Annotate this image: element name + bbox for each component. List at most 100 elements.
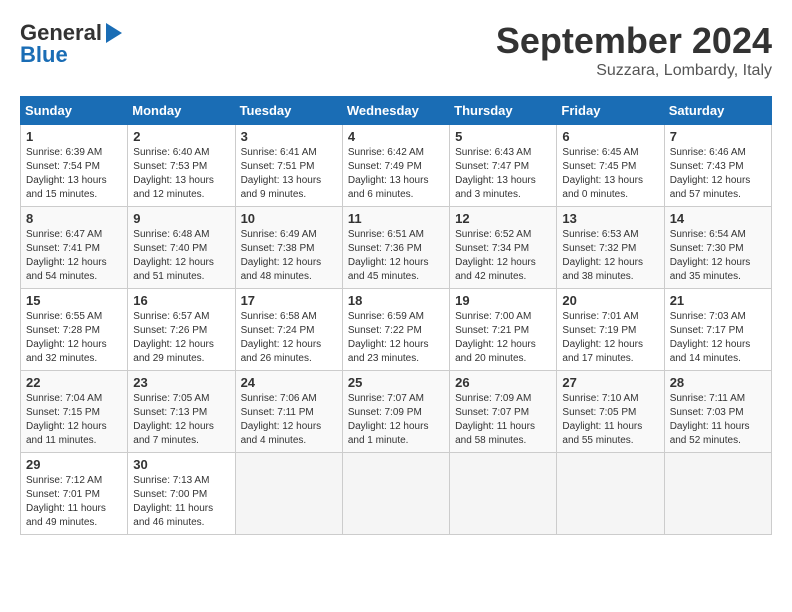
day-number: 4	[348, 129, 444, 144]
calendar-cell: 7Sunrise: 6:46 AMSunset: 7:43 PMDaylight…	[664, 125, 771, 207]
calendar-cell: 17 Sunrise: 6:58 AMSunset: 7:24 PMDayligh…	[235, 289, 342, 371]
calendar-cell: 28Sunrise: 7:11 AMSunset: 7:03 PMDayligh…	[664, 371, 771, 453]
calendar-cell: 14 Sunrise: 6:54 AMSunset: 7:30 PMDayligh…	[664, 207, 771, 289]
cell-info: Sunrise: 6:49 AMSunset: 7:38 PMDaylight:…	[241, 229, 322, 282]
calendar-cell: 27 Sunrise: 7:10 AMSunset: 7:05 PMDayligh…	[557, 371, 664, 453]
calendar-cell: 12Sunrise: 6:52 AMSunset: 7:34 PMDayligh…	[450, 207, 557, 289]
cell-info: Sunrise: 6:40 AMSunset: 7:53 PMDaylight:…	[133, 147, 214, 200]
calendar-cell: 11Sunrise: 6:51 AMSunset: 7:36 PMDayligh…	[342, 207, 449, 289]
title-block: September 2024 Suzzara, Lombardy, Italy	[496, 20, 772, 80]
day-number: 23	[133, 375, 229, 390]
location: Suzzara, Lombardy, Italy	[496, 62, 772, 80]
cell-info: Sunrise: 7:03 AMSunset: 7:17 PMDaylight:…	[670, 311, 751, 364]
day-number: 5	[455, 129, 551, 144]
day-number: 18	[348, 293, 444, 308]
cell-info: Sunrise: 6:55 AMSunset: 7:28 PMDaylight:…	[26, 311, 107, 364]
calendar-cell: 25 Sunrise: 7:07 AMSunset: 7:09 PMDayligh…	[342, 371, 449, 453]
calendar-cell: 10 Sunrise: 6:49 AMSunset: 7:38 PMDayligh…	[235, 207, 342, 289]
cell-info: Sunrise: 7:13 AMSunset: 7:00 PMDaylight:…	[133, 475, 213, 528]
calendar-cell	[450, 453, 557, 535]
cell-info: Sunrise: 7:04 AMSunset: 7:15 PMDaylight:…	[26, 393, 107, 446]
calendar-week-row: 8 Sunrise: 6:47 AMSunset: 7:41 PMDaylight…	[21, 207, 772, 289]
cell-info: Sunrise: 6:58 AMSunset: 7:24 PMDaylight:…	[241, 311, 322, 364]
calendar-cell	[557, 453, 664, 535]
calendar-cell: 24 Sunrise: 7:06 AMSunset: 7:11 PMDayligh…	[235, 371, 342, 453]
cell-info: Sunrise: 6:43 AMSunset: 7:47 PMDaylight:…	[455, 147, 536, 200]
day-number: 14	[670, 211, 766, 226]
day-number: 10	[241, 211, 337, 226]
day-number: 26	[455, 375, 551, 390]
month-title: September 2024	[496, 20, 772, 62]
cell-info: Sunrise: 6:39 AMSunset: 7:54 PMDaylight:…	[26, 147, 107, 200]
calendar-cell: 4Sunrise: 6:42 AMSunset: 7:49 PMDaylight…	[342, 125, 449, 207]
page-header: General Blue September 2024 Suzzara, Lom…	[20, 20, 772, 80]
calendar-cell: 18 Sunrise: 6:59 AMSunset: 7:22 PMDayligh…	[342, 289, 449, 371]
calendar-cell: 26 Sunrise: 7:09 AMSunset: 7:07 PMDayligh…	[450, 371, 557, 453]
calendar-cell: 1 Sunrise: 6:39 AMSunset: 7:54 PMDaylight…	[21, 125, 128, 207]
day-number: 20	[562, 293, 658, 308]
cell-info: Sunrise: 7:06 AMSunset: 7:11 PMDaylight:…	[241, 393, 322, 446]
day-number: 28	[670, 375, 766, 390]
calendar-cell: 2 Sunrise: 6:40 AMSunset: 7:53 PMDaylight…	[128, 125, 235, 207]
header-tuesday: Tuesday	[235, 97, 342, 125]
cell-info: Sunrise: 7:00 AMSunset: 7:21 PMDaylight:…	[455, 311, 536, 364]
cell-info: Sunrise: 6:41 AMSunset: 7:51 PMDaylight:…	[241, 147, 322, 200]
day-number: 27	[562, 375, 658, 390]
header-saturday: Saturday	[664, 97, 771, 125]
calendar-cell: 20 Sunrise: 7:01 AMSunset: 7:19 PMDayligh…	[557, 289, 664, 371]
calendar-cell: 13 Sunrise: 6:53 AMSunset: 7:32 PMDayligh…	[557, 207, 664, 289]
day-number: 24	[241, 375, 337, 390]
logo-blue: Blue	[20, 42, 68, 68]
calendar-cell: 9Sunrise: 6:48 AMSunset: 7:40 PMDaylight…	[128, 207, 235, 289]
calendar-table: Sunday Monday Tuesday Wednesday Thursday…	[20, 96, 772, 535]
cell-info: Sunrise: 7:12 AMSunset: 7:01 PMDaylight:…	[26, 475, 106, 528]
cell-info: Sunrise: 6:59 AMSunset: 7:22 PMDaylight:…	[348, 311, 429, 364]
cell-info: Sunrise: 6:52 AMSunset: 7:34 PMDaylight:…	[455, 229, 536, 282]
cell-info: Sunrise: 7:07 AMSunset: 7:09 PMDaylight:…	[348, 393, 429, 446]
day-number: 13	[562, 211, 658, 226]
day-number: 17	[241, 293, 337, 308]
calendar-cell: 3 Sunrise: 6:41 AMSunset: 7:51 PMDaylight…	[235, 125, 342, 207]
header-wednesday: Wednesday	[342, 97, 449, 125]
calendar-cell: 16 Sunrise: 6:57 AMSunset: 7:26 PMDayligh…	[128, 289, 235, 371]
calendar-cell: 30 Sunrise: 7:13 AMSunset: 7:00 PMDayligh…	[128, 453, 235, 535]
calendar-cell	[342, 453, 449, 535]
cell-info: Sunrise: 6:46 AMSunset: 7:43 PMDaylight:…	[670, 147, 751, 200]
day-number: 30	[133, 457, 229, 472]
logo: General Blue	[20, 20, 122, 68]
day-number: 29	[26, 457, 122, 472]
cell-info: Sunrise: 6:53 AMSunset: 7:32 PMDaylight:…	[562, 229, 643, 282]
day-number: 22	[26, 375, 122, 390]
calendar-week-row: 15Sunrise: 6:55 AMSunset: 7:28 PMDayligh…	[21, 289, 772, 371]
day-number: 25	[348, 375, 444, 390]
calendar-week-row: 22 Sunrise: 7:04 AMSunset: 7:15 PMDayligh…	[21, 371, 772, 453]
header-friday: Friday	[557, 97, 664, 125]
cell-info: Sunrise: 6:47 AMSunset: 7:41 PMDaylight:…	[26, 229, 107, 282]
calendar-week-row: 29 Sunrise: 7:12 AMSunset: 7:01 PMDayligh…	[21, 453, 772, 535]
calendar-cell: 6Sunrise: 6:45 AMSunset: 7:45 PMDaylight…	[557, 125, 664, 207]
day-number: 21	[670, 293, 766, 308]
calendar-week-row: 1 Sunrise: 6:39 AMSunset: 7:54 PMDaylight…	[21, 125, 772, 207]
day-number: 16	[133, 293, 229, 308]
cell-info: Sunrise: 7:10 AMSunset: 7:05 PMDaylight:…	[562, 393, 642, 446]
header-sunday: Sunday	[21, 97, 128, 125]
day-number: 1	[26, 129, 122, 144]
calendar-cell: 29 Sunrise: 7:12 AMSunset: 7:01 PMDayligh…	[21, 453, 128, 535]
calendar-cell: 15Sunrise: 6:55 AMSunset: 7:28 PMDayligh…	[21, 289, 128, 371]
day-number: 2	[133, 129, 229, 144]
cell-info: Sunrise: 7:09 AMSunset: 7:07 PMDaylight:…	[455, 393, 535, 446]
logo-arrow-icon	[106, 23, 122, 43]
calendar-cell: 21 Sunrise: 7:03 AMSunset: 7:17 PMDayligh…	[664, 289, 771, 371]
calendar-cell: 22 Sunrise: 7:04 AMSunset: 7:15 PMDayligh…	[21, 371, 128, 453]
calendar-cell: 5 Sunrise: 6:43 AMSunset: 7:47 PMDaylight…	[450, 125, 557, 207]
calendar-cell: 19Sunrise: 7:00 AMSunset: 7:21 PMDayligh…	[450, 289, 557, 371]
cell-info: Sunrise: 7:01 AMSunset: 7:19 PMDaylight:…	[562, 311, 643, 364]
day-number: 6	[562, 129, 658, 144]
cell-info: Sunrise: 6:54 AMSunset: 7:30 PMDaylight:…	[670, 229, 751, 282]
cell-info: Sunrise: 6:57 AMSunset: 7:26 PMDaylight:…	[133, 311, 214, 364]
header-thursday: Thursday	[450, 97, 557, 125]
day-number: 3	[241, 129, 337, 144]
calendar-cell: 23 Sunrise: 7:05 AMSunset: 7:13 PMDayligh…	[128, 371, 235, 453]
day-number: 8	[26, 211, 122, 226]
cell-info: Sunrise: 7:05 AMSunset: 7:13 PMDaylight:…	[133, 393, 214, 446]
